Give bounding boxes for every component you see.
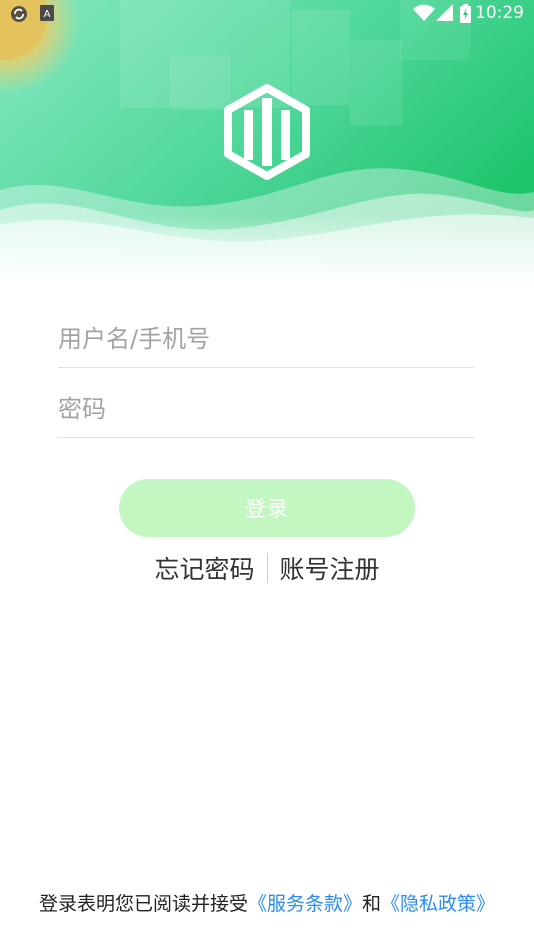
username-field — [58, 307, 474, 368]
register-link[interactable]: 账号注册 — [268, 550, 392, 586]
password-input[interactable] — [58, 395, 474, 423]
battery-icon — [460, 4, 471, 27]
username-input[interactable] — [58, 325, 474, 353]
wifi-icon — [413, 4, 435, 26]
status-bar: A 10:29 — [0, 0, 534, 28]
account-links: 忘记密码 账号注册 — [0, 548, 534, 588]
status-time: 10:29 — [475, 3, 524, 23]
login-screen: A 10:29 用户名/手机号 登录 忘记密码 账号注册 登录表明您已阅读并接受… — [0, 0, 534, 950]
svg-text:A: A — [44, 9, 51, 20]
signal-icon — [436, 4, 454, 26]
header-banner: A 10:29 — [0, 0, 534, 285]
agreement-text: 登录表明您已阅读并接受《服务条款》和《隐私政策》 — [0, 889, 534, 923]
agreement-conjunction: 和 — [362, 893, 382, 915]
sync-icon — [10, 5, 28, 27]
agreement-prefix: 登录表明您已阅读并接受 — [38, 893, 248, 915]
login-button[interactable]: 登录 — [119, 479, 415, 537]
building-logo-icon — [222, 84, 312, 184]
app-notification-icon: A — [40, 5, 54, 25]
password-field — [58, 377, 474, 438]
forgot-password-link[interactable]: 忘记密码 — [142, 550, 266, 586]
terms-of-service-link[interactable]: 《服务条款》 — [248, 893, 362, 915]
privacy-policy-link[interactable]: 《隐私政策》 — [381, 893, 495, 915]
